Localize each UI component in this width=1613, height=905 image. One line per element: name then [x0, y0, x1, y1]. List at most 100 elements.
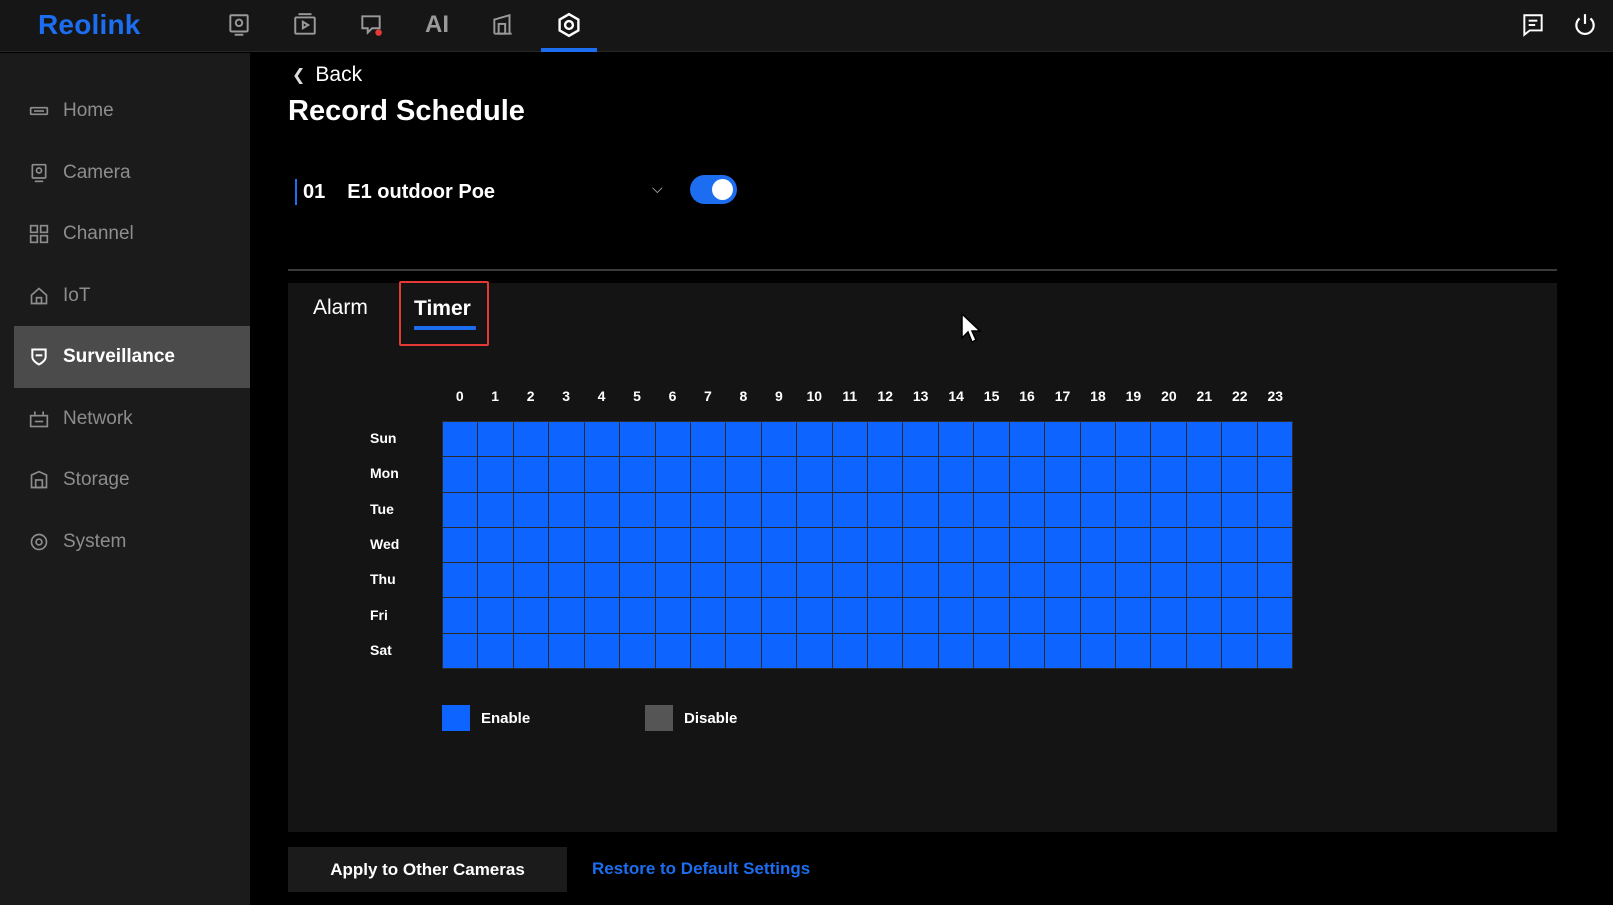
schedule-cell[interactable]	[1151, 457, 1186, 492]
schedule-cell[interactable]	[1009, 563, 1045, 598]
schedule-cell[interactable]	[761, 527, 797, 563]
schedule-cell[interactable]	[832, 563, 867, 598]
schedule-cell[interactable]	[1045, 633, 1080, 668]
schedule-cell[interactable]	[726, 598, 761, 633]
schedule-enable-toggle[interactable]	[690, 175, 737, 204]
schedule-cell[interactable]	[1151, 492, 1186, 527]
schedule-cell[interactable]	[1045, 527, 1080, 563]
schedule-cell[interactable]	[584, 563, 620, 598]
schedule-cell[interactable]	[443, 492, 478, 527]
sidebar-item-camera[interactable]: Camera	[14, 142, 250, 204]
schedule-cell[interactable]	[549, 598, 584, 633]
schedule-cell[interactable]	[1186, 527, 1222, 563]
schedule-cell[interactable]	[903, 563, 938, 598]
schedule-cell[interactable]	[832, 633, 867, 668]
schedule-cell[interactable]	[1222, 492, 1257, 527]
schedule-cell[interactable]	[478, 598, 513, 633]
schedule-cell[interactable]	[797, 457, 832, 492]
schedule-cell[interactable]	[513, 457, 549, 492]
schedule-cell[interactable]	[1186, 422, 1222, 457]
schedule-cell[interactable]	[1045, 422, 1080, 457]
schedule-cell[interactable]	[584, 598, 620, 633]
sidebar-item-home[interactable]: Home	[14, 80, 250, 142]
schedule-cell[interactable]	[1009, 422, 1045, 457]
message-icon[interactable]	[1518, 10, 1548, 40]
schedule-cell[interactable]	[797, 563, 832, 598]
schedule-cell[interactable]	[868, 527, 903, 563]
sidebar-item-storage[interactable]: Storage	[14, 449, 250, 511]
schedule-cell[interactable]	[690, 527, 726, 563]
schedule-cell[interactable]	[868, 633, 903, 668]
schedule-cell[interactable]	[1186, 457, 1222, 492]
schedule-cell[interactable]	[903, 422, 938, 457]
schedule-cell[interactable]	[1151, 563, 1186, 598]
schedule-cell[interactable]	[1080, 422, 1115, 457]
schedule-cell[interactable]	[1222, 633, 1257, 668]
schedule-cell[interactable]	[549, 633, 584, 668]
restore-default-settings-link[interactable]: Restore to Default Settings	[592, 859, 810, 879]
schedule-cell[interactable]	[868, 492, 903, 527]
schedule-cell[interactable]	[1257, 492, 1292, 527]
tab-alarm[interactable]: Alarm	[313, 296, 368, 320]
schedule-cell[interactable]	[938, 457, 974, 492]
settings-icon[interactable]	[554, 10, 584, 40]
sidebar-item-channel[interactable]: Channel	[14, 203, 250, 265]
camera-select-dropdown[interactable]: 01 E1 outdoor Poe ⌵	[295, 178, 670, 206]
schedule-cell[interactable]	[690, 598, 726, 633]
schedule-cell[interactable]	[1009, 492, 1045, 527]
schedule-cell[interactable]	[1257, 527, 1292, 563]
schedule-cell[interactable]	[584, 527, 620, 563]
schedule-cell[interactable]	[549, 457, 584, 492]
schedule-cell[interactable]	[549, 422, 584, 457]
schedule-cell[interactable]	[1151, 527, 1186, 563]
schedule-cell[interactable]	[620, 457, 655, 492]
schedule-cell[interactable]	[797, 527, 832, 563]
schedule-cell[interactable]	[832, 598, 867, 633]
schedule-cell[interactable]	[1257, 563, 1292, 598]
schedule-cell[interactable]	[832, 527, 867, 563]
schedule-cell[interactable]	[761, 563, 797, 598]
schedule-cell[interactable]	[549, 563, 584, 598]
schedule-cell[interactable]	[478, 492, 513, 527]
ai-icon[interactable]: AI	[422, 10, 452, 40]
schedule-cell[interactable]	[938, 598, 974, 633]
schedule-cell[interactable]	[1080, 563, 1115, 598]
schedule-cell[interactable]	[655, 633, 690, 668]
schedule-cell[interactable]	[1151, 598, 1186, 633]
schedule-cell[interactable]	[974, 598, 1009, 633]
schedule-cell[interactable]	[1115, 633, 1151, 668]
schedule-cell[interactable]	[513, 422, 549, 457]
schedule-cell[interactable]	[443, 457, 478, 492]
schedule-cell[interactable]	[1257, 422, 1292, 457]
schedule-cell[interactable]	[690, 633, 726, 668]
schedule-cell[interactable]	[726, 527, 761, 563]
schedule-cell[interactable]	[620, 563, 655, 598]
schedule-cell[interactable]	[797, 492, 832, 527]
schedule-cell[interactable]	[761, 633, 797, 668]
apply-to-other-cameras-button[interactable]: Apply to Other Cameras	[288, 847, 567, 892]
schedule-cell[interactable]	[938, 422, 974, 457]
schedule-cell[interactable]	[726, 492, 761, 527]
alarm-screen-icon[interactable]	[356, 10, 386, 40]
schedule-cell[interactable]	[443, 527, 478, 563]
schedule-cell[interactable]	[761, 492, 797, 527]
schedule-cell[interactable]	[903, 633, 938, 668]
schedule-cell[interactable]	[513, 563, 549, 598]
schedule-cell[interactable]	[832, 457, 867, 492]
schedule-cell[interactable]	[1222, 527, 1257, 563]
schedule-cell[interactable]	[832, 492, 867, 527]
schedule-cell[interactable]	[868, 563, 903, 598]
schedule-cell[interactable]	[938, 563, 974, 598]
schedule-cell[interactable]	[513, 492, 549, 527]
schedule-cell[interactable]	[1080, 492, 1115, 527]
schedule-cell[interactable]	[549, 492, 584, 527]
schedule-cell[interactable]	[974, 457, 1009, 492]
schedule-cell[interactable]	[903, 457, 938, 492]
power-icon[interactable]	[1570, 10, 1600, 40]
schedule-cell[interactable]	[1115, 527, 1151, 563]
schedule-cell[interactable]	[690, 457, 726, 492]
schedule-cell[interactable]	[584, 633, 620, 668]
schedule-cell[interactable]	[1115, 422, 1151, 457]
schedule-cell[interactable]	[868, 457, 903, 492]
schedule-cell[interactable]	[655, 563, 690, 598]
